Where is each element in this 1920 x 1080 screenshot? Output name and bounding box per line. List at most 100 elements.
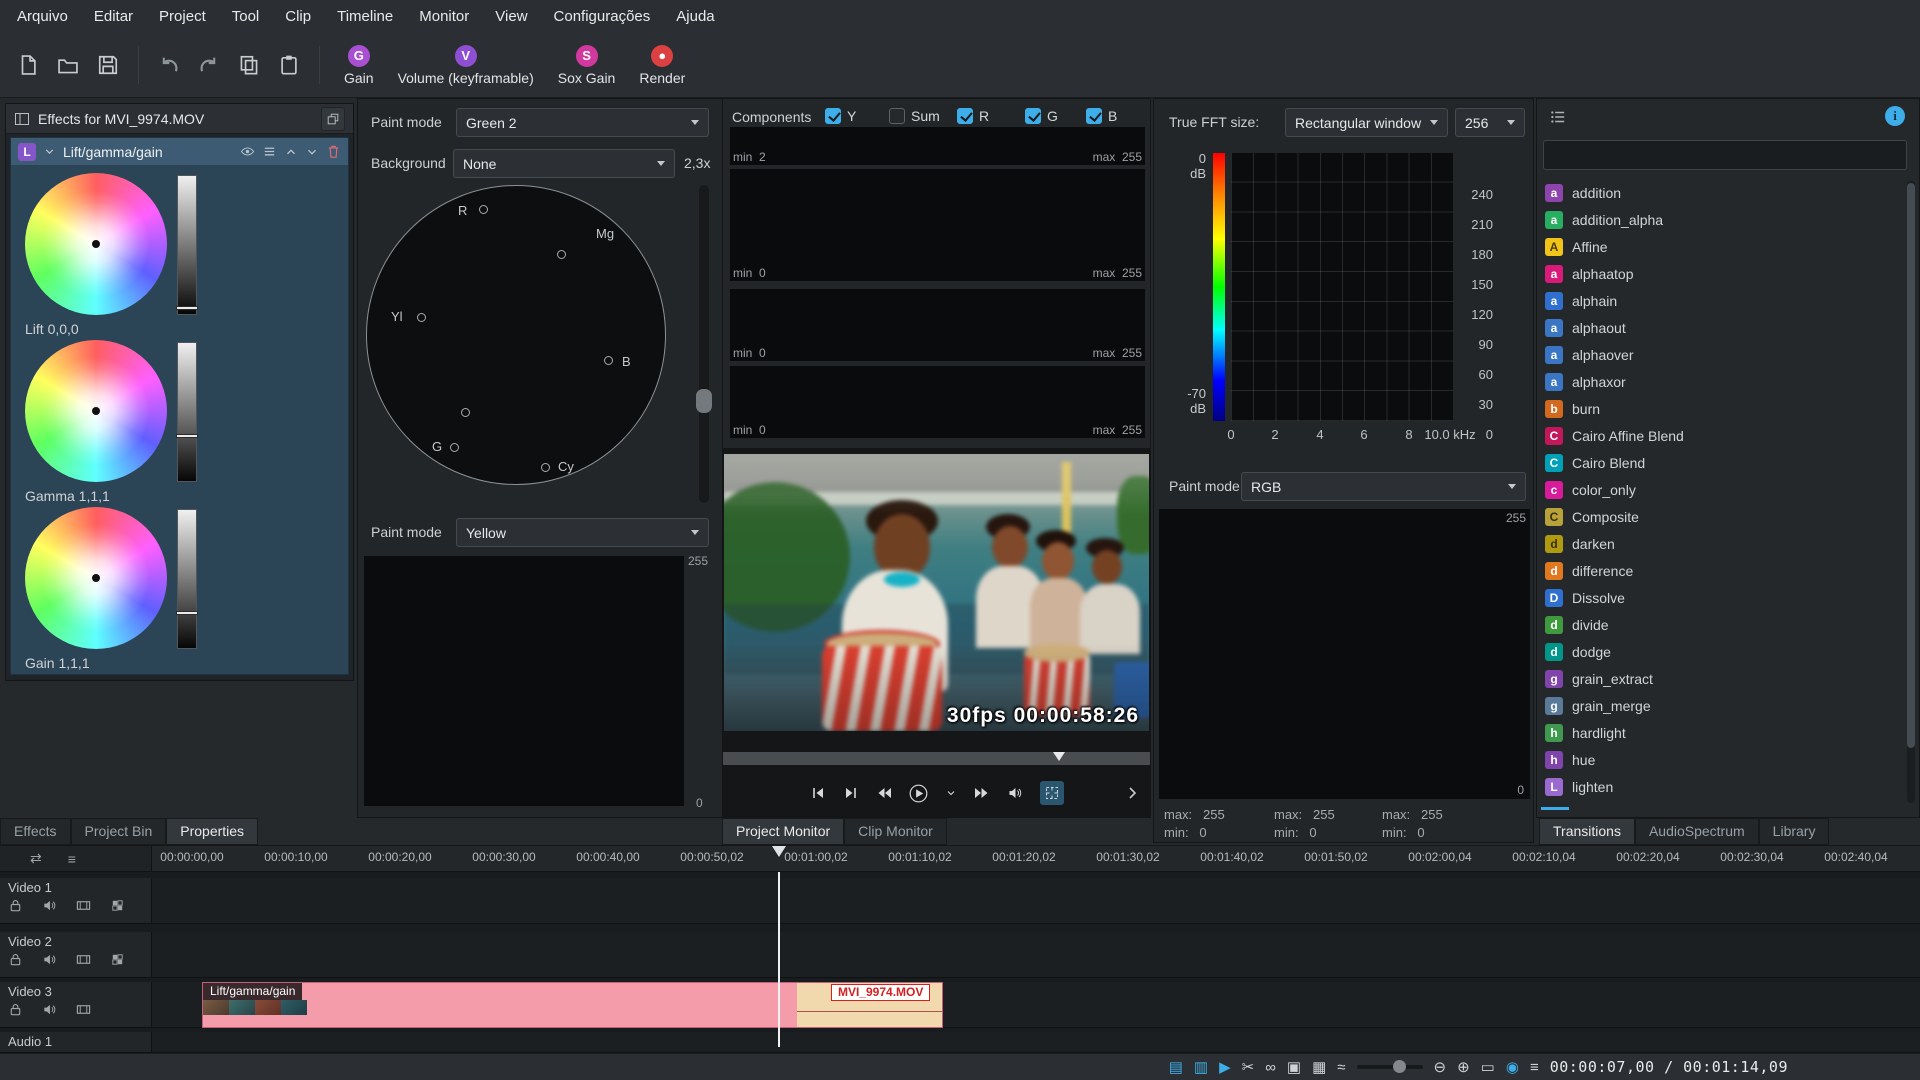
- move-effect-down-icon[interactable]: [305, 145, 319, 159]
- zoom-fit-icon[interactable]: ▭: [1481, 1060, 1495, 1075]
- monitor-expand-icon[interactable]: [1124, 785, 1140, 801]
- tab-transitions[interactable]: Transitions: [1539, 818, 1635, 845]
- delete-effect-icon[interactable]: [326, 144, 341, 159]
- tab-library[interactable]: Library: [1759, 818, 1830, 845]
- composition-item[interactable]: A Affine: [1539, 233, 1907, 260]
- composition-item[interactable]: C Cairo Affine Blend: [1539, 422, 1907, 449]
- play-button[interactable]: [909, 784, 928, 803]
- checkbox-g[interactable]: [1025, 108, 1041, 124]
- compositions-scrollbar[interactable]: [1907, 181, 1915, 803]
- markers-icon[interactable]: ◉: [1506, 1060, 1519, 1075]
- preview-render-icon[interactable]: ▶: [1219, 1060, 1231, 1075]
- tab-clip-monitor[interactable]: Clip Monitor: [844, 818, 947, 845]
- open-project-button[interactable]: [50, 45, 86, 85]
- menu-item[interactable]: Timeline: [324, 2, 406, 31]
- mute-icon[interactable]: [42, 952, 57, 967]
- go-to-end-button[interactable]: [843, 785, 859, 801]
- composition-item[interactable]: d dodge: [1539, 638, 1907, 665]
- play-options-chevron-icon[interactable]: [945, 787, 957, 799]
- checkbox-sum[interactable]: [889, 108, 905, 124]
- timeline-settings-icon[interactable]: ≡: [1530, 1060, 1539, 1075]
- audio-thumbnails-icon[interactable]: ≈: [1337, 1060, 1345, 1075]
- thumbnails-icon[interactable]: [76, 952, 91, 967]
- razor-tool-icon[interactable]: ✂: [1242, 1060, 1255, 1075]
- menu-item[interactable]: Project: [146, 2, 219, 31]
- playhead-line[interactable]: [778, 872, 780, 1047]
- normal-edit-mode-icon[interactable]: ▤: [1169, 1060, 1183, 1075]
- render-button[interactable]: ● Render: [627, 36, 697, 94]
- timeline-ruler[interactable]: ⇄≡ 00:00:00,0000:00:10,0000:00:20,0000:0…: [0, 845, 1920, 872]
- wheel-handle[interactable]: [92, 407, 100, 415]
- save-project-button[interactable]: [90, 45, 126, 85]
- mute-icon[interactable]: [42, 1002, 57, 1017]
- parade-paint-mode-select[interactable]: RGB: [1241, 472, 1526, 501]
- fft-size-select[interactable]: 256: [1455, 108, 1525, 137]
- video-thumbnails-icon[interactable]: ▦: [1312, 1060, 1326, 1075]
- checkbox-r[interactable]: [957, 108, 973, 124]
- composition-item[interactable]: g grain_extract: [1539, 665, 1907, 692]
- compositions-search-input[interactable]: [1543, 140, 1907, 170]
- composition-item[interactable]: a alphaatop: [1539, 260, 1907, 287]
- gamma-color-wheel[interactable]: [25, 340, 167, 482]
- slider-handle[interactable]: [176, 306, 198, 310]
- gain-button[interactable]: G Gain: [332, 36, 386, 94]
- composite-icon[interactable]: [110, 898, 125, 913]
- slider-handle[interactable]: [176, 434, 198, 438]
- checkbox-b[interactable]: [1086, 108, 1102, 124]
- audio1-lane[interactable]: [152, 1032, 1920, 1053]
- rewind-button[interactable]: [876, 785, 892, 801]
- waveform-paint-mode-select[interactable]: Yellow: [456, 518, 709, 547]
- eye-icon[interactable]: [240, 144, 255, 159]
- undock-button[interactable]: [321, 107, 345, 131]
- go-to-start-button[interactable]: [810, 785, 826, 801]
- composition-item[interactable]: h hue: [1539, 746, 1907, 773]
- vectorscope-paint-mode-select[interactable]: Green 2: [456, 108, 709, 137]
- composition-item[interactable]: C Cairo Blend: [1539, 449, 1907, 476]
- slider-handle[interactable]: [696, 389, 712, 413]
- info-button[interactable]: i: [1885, 106, 1905, 126]
- effect-menu-icon[interactable]: [262, 144, 277, 159]
- timeline-menu-icon[interactable]: ≡: [68, 851, 76, 867]
- menu-item[interactable]: Arquivo: [4, 2, 81, 31]
- slider-handle[interactable]: [176, 611, 198, 615]
- gain-color-wheel[interactable]: [25, 507, 167, 649]
- composition-item[interactable]: a addition_alpha: [1539, 206, 1907, 233]
- tab-properties[interactable]: Properties: [166, 818, 258, 845]
- insert-mode-icon[interactable]: ▥: [1194, 1060, 1208, 1075]
- menu-item[interactable]: Clip: [272, 2, 324, 31]
- lift-level-slider[interactable]: [177, 175, 197, 315]
- effect-header[interactable]: L Lift/gamma/gain: [11, 138, 348, 165]
- lock-icon[interactable]: [8, 898, 23, 913]
- timeline-zone-icon[interactable]: ▣: [1287, 1060, 1301, 1075]
- composition-item[interactable]: a alphaout: [1539, 314, 1907, 341]
- lock-icon[interactable]: [8, 1002, 23, 1017]
- composition-item[interactable]: c color_only: [1539, 476, 1907, 503]
- zoom-out-icon[interactable]: ⊖: [1434, 1060, 1447, 1075]
- composition-item[interactable]: b burn: [1539, 395, 1907, 422]
- tab-project-bin[interactable]: Project Bin: [71, 818, 167, 845]
- scrollbar-thumb[interactable]: [1907, 183, 1915, 748]
- track-resize-icon[interactable]: ⇄: [30, 850, 42, 867]
- menu-item[interactable]: Editar: [81, 2, 146, 31]
- composition-item[interactable]: g grain_merge: [1539, 692, 1907, 719]
- monitor-scrub-bar[interactable]: [723, 752, 1150, 765]
- redo-button[interactable]: [191, 45, 227, 85]
- link-clips-icon[interactable]: ∞: [1265, 1060, 1276, 1075]
- wheel-handle[interactable]: [92, 574, 100, 582]
- composition-item[interactable]: a alphaover: [1539, 341, 1907, 368]
- composition-item[interactable]: h hardlight: [1539, 719, 1907, 746]
- collapse-effect-icon[interactable]: [43, 145, 56, 158]
- menu-item[interactable]: View: [482, 2, 540, 31]
- gamma-level-slider[interactable]: [177, 342, 197, 482]
- composition-item[interactable]: d darken: [1539, 530, 1907, 557]
- paste-button[interactable]: [271, 45, 307, 85]
- composition-item[interactable]: d divide: [1539, 611, 1907, 638]
- menu-item[interactable]: Tool: [219, 2, 273, 31]
- sox-gain-button[interactable]: S Sox Gain: [546, 36, 628, 94]
- zoom-in-icon[interactable]: ⊕: [1457, 1060, 1470, 1075]
- composition-item[interactable]: a alphaxor: [1539, 368, 1907, 395]
- menu-item[interactable]: Monitor: [406, 2, 482, 31]
- vectorscope-gain-slider[interactable]: [699, 185, 709, 503]
- video1-lane[interactable]: [152, 878, 1920, 924]
- tab-audiospectrum[interactable]: AudioSpectrum: [1635, 818, 1759, 845]
